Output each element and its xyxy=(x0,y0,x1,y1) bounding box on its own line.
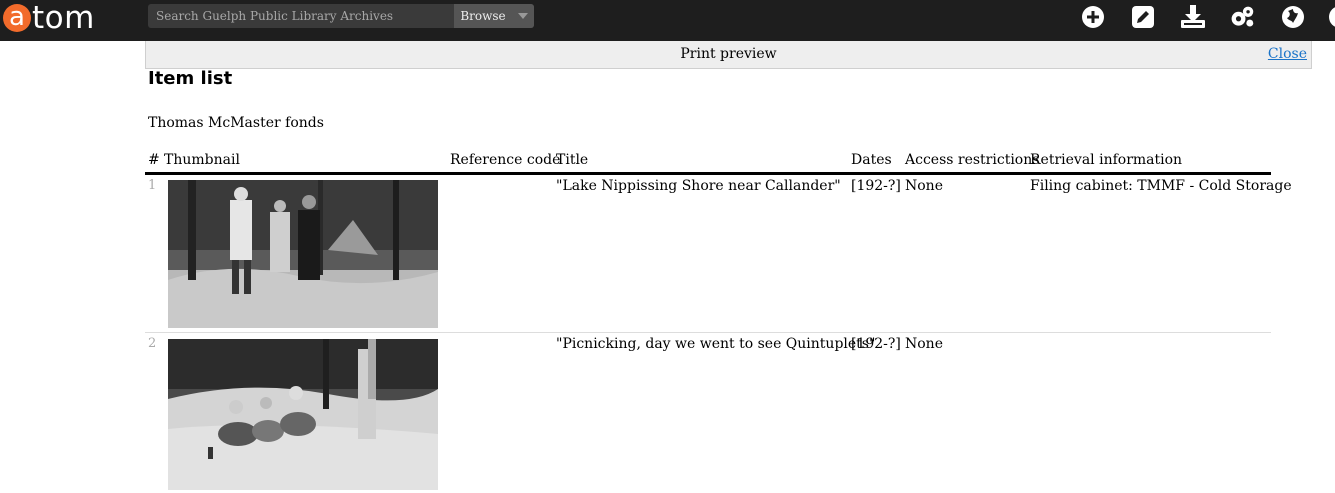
row-divider xyxy=(145,332,1271,333)
item-access: None xyxy=(905,178,943,194)
language-icon[interactable] xyxy=(1280,4,1306,30)
browse-button[interactable]: Browse xyxy=(454,4,534,28)
header-title: Title xyxy=(556,152,589,168)
add-icon[interactable] xyxy=(1080,4,1106,30)
download-icon[interactable] xyxy=(1180,4,1206,30)
print-preview-bar: Print preview Close xyxy=(145,41,1312,69)
item-access: None xyxy=(905,336,943,352)
row-number: 1 xyxy=(148,178,157,193)
header-access-restrictions: Access restrictions xyxy=(905,152,1040,168)
edit-icon[interactable] xyxy=(1130,4,1156,30)
header-number: # xyxy=(148,152,160,168)
header-thumbnail: Thumbnail xyxy=(164,152,240,168)
header-dates: Dates xyxy=(851,152,892,168)
chevron-down-icon xyxy=(517,13,528,19)
atom-logo[interactable]: a tom xyxy=(3,0,95,36)
item-dates: [192-?] xyxy=(851,178,901,194)
header-reference-code: Reference code xyxy=(450,152,561,168)
search-input[interactable] xyxy=(148,4,448,28)
print-preview-title: Print preview xyxy=(680,46,777,62)
browse-label: Browse xyxy=(460,9,506,23)
thumbnail-image[interactable] xyxy=(168,339,438,490)
item-title: "Lake Nippissing Shore near Callander" xyxy=(556,178,841,194)
more-icon[interactable] xyxy=(1328,4,1335,30)
settings-icon[interactable] xyxy=(1229,4,1255,30)
item-retrieval: Filing cabinet: TMMF - Cold Storage xyxy=(1030,178,1292,194)
header-rule xyxy=(145,172,1271,175)
logo-text: tom xyxy=(32,0,95,36)
item-dates: [192-?] xyxy=(851,336,901,352)
row-number: 2 xyxy=(148,336,157,351)
header-retrieval-information: Retrieval information xyxy=(1030,152,1183,168)
page-title: Item list xyxy=(148,68,233,89)
close-link[interactable]: Close xyxy=(1268,46,1307,62)
top-navbar: a tom Browse xyxy=(0,0,1335,41)
thumbnail-image[interactable] xyxy=(168,180,438,328)
logo-mark: a xyxy=(3,4,31,32)
search-box: Browse xyxy=(148,4,534,28)
item-title: "Picnicking, day we went to see Quintupl… xyxy=(556,336,876,352)
fonds-title: Thomas McMaster fonds xyxy=(148,115,324,131)
